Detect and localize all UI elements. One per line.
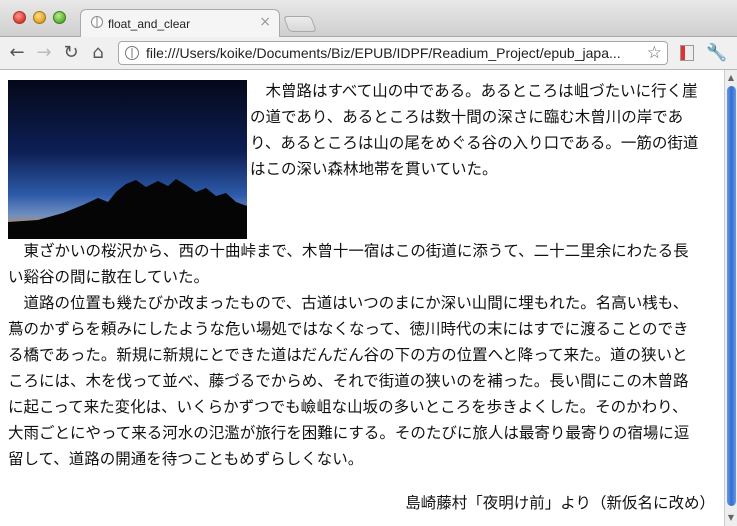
text-line: 蔦のかずらを頼みにしたような危い場処ではなくなって、徳川時代の末にはすでに渡るこ… bbox=[8, 320, 689, 338]
home-icon[interactable]: ⌂ bbox=[87, 42, 109, 64]
wrench-icon[interactable]: 🔧 bbox=[706, 43, 727, 63]
forward-arrow-icon[interactable]: → bbox=[33, 42, 55, 64]
scroll-down-arrow-icon[interactable]: ▼ bbox=[725, 512, 737, 524]
title-bar: float_and_clear × bbox=[0, 0, 737, 37]
page-globe-icon bbox=[125, 46, 139, 60]
vertical-scrollbar[interactable]: ▲ ▼ bbox=[724, 70, 737, 526]
text-line: はこの深い森林地帯を貫いていた。 bbox=[250, 160, 498, 178]
text-line: の道であり、あるところは数十間の深さに臨む木曾川の岸であ bbox=[250, 108, 684, 126]
url-text[interactable]: file:///Users/koike/Documents/Biz/EPUB/I… bbox=[146, 45, 636, 61]
page-content: 木曾路はすべて山の中である。あるところは岨づたいに行く崖 の道であり、あるところ… bbox=[0, 70, 724, 526]
reload-icon[interactable]: ↻ bbox=[60, 42, 82, 64]
text-line: ころには、木を伐って並べ、藤づるでからめ、それで街道の狭いのを補った。長い間にこ… bbox=[8, 372, 689, 390]
scrollbar-thumb[interactable] bbox=[727, 86, 736, 506]
paragraph-1: 木曾路はすべて山の中である。あるところは岨づたいに行く崖 の道であり、あるところ… bbox=[250, 78, 715, 182]
text-line: 大雨ごとにやって来る河水の氾濫が旅行を困難にする。そのたびに旅人は最寄り最寄りの… bbox=[8, 424, 690, 442]
text-line: 東ざかいの桜沢から、西の十曲峠まで、木曾十一宿はこの街道に添うて、二十二里余にわ… bbox=[8, 242, 689, 260]
window-zoom-button[interactable] bbox=[53, 11, 66, 24]
text-line: 留して、道路の開通を待つこともめずらしくない。 bbox=[8, 450, 364, 468]
text-line: り、あるところは山の尾をめぐる谷の入り口である。一筋の街道 bbox=[250, 134, 699, 152]
paragraph-2: 東ざかいの桜沢から、西の十曲峠まで、木曾十一宿はこの街道に添うて、二十二里余にわ… bbox=[8, 238, 716, 472]
extension-icon[interactable] bbox=[680, 45, 694, 61]
tab-active[interactable]: float_and_clear × bbox=[80, 9, 280, 37]
text-line: 道路の位置も幾たびか改まったもので、古道はいつのまにか深い山間に埋もれた。名高い… bbox=[8, 294, 689, 312]
toolbar: ← → ↻ ⌂ file:///Users/koike/Documents/Bi… bbox=[0, 37, 737, 70]
text-line: 木曾路はすべて山の中である。あるところは岨づたいに行く崖 bbox=[250, 82, 698, 100]
globe-icon bbox=[91, 16, 103, 28]
window-minimize-button[interactable] bbox=[33, 11, 46, 24]
text-line: る橋であった。新規に新規にとできた道はだんだん谷の下の方の位置へと降って来た。道… bbox=[8, 346, 688, 364]
text-line: に起こって来た変化は、いくらかずつでも嶮岨な山坂の多いところを歩きよくした。その… bbox=[8, 398, 688, 416]
tab-title: float_and_clear bbox=[108, 17, 191, 31]
scroll-up-arrow-icon[interactable]: ▲ bbox=[725, 72, 737, 84]
credit-line: 島崎藤村「夜明け前」より（新仮名に改め） bbox=[405, 494, 715, 512]
text-line: い谿谷の間に散在していた。 bbox=[8, 268, 210, 286]
bookmark-star-icon[interactable]: ☆ bbox=[647, 43, 662, 63]
tab-close-icon[interactable]: × bbox=[259, 15, 271, 29]
address-bar[interactable]: file:///Users/koike/Documents/Biz/EPUB/I… bbox=[118, 41, 668, 65]
new-tab-button[interactable] bbox=[283, 16, 317, 32]
back-arrow-icon[interactable]: ← bbox=[6, 42, 28, 64]
window-close-button[interactable] bbox=[13, 11, 26, 24]
mountain-photo bbox=[8, 80, 247, 239]
